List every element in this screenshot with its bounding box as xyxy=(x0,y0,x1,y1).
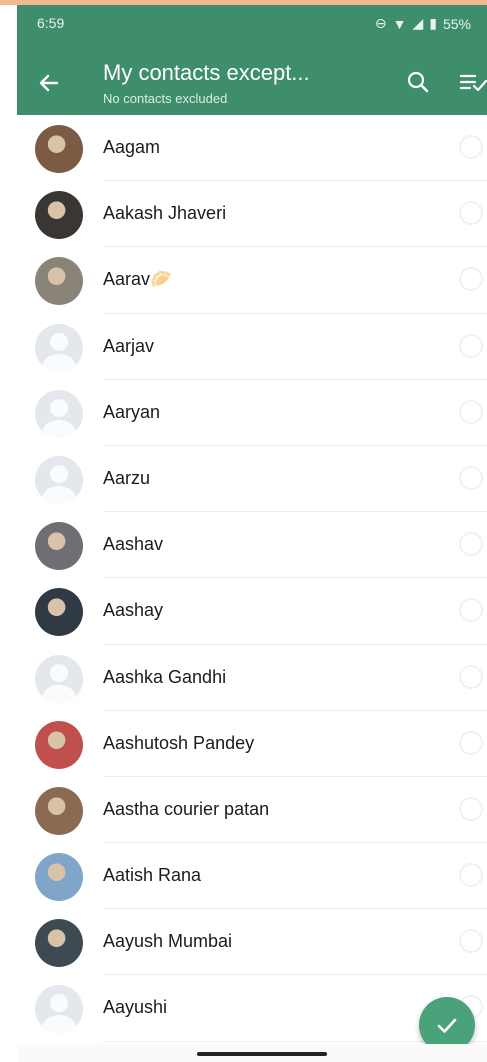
contact-row[interactable]: Aashutosh Pandey xyxy=(17,711,487,777)
select-checkbox[interactable] xyxy=(459,465,483,490)
app-bar: 6:59 ⊖ ▼ ◢ ▮ 55% My contacts except... N… xyxy=(17,5,487,115)
contact-name: Aashutosh Pandey xyxy=(103,732,255,753)
avatar xyxy=(35,588,83,637)
contact-row[interactable]: Aatish Rana xyxy=(17,843,487,910)
search-icon[interactable] xyxy=(405,69,431,95)
select-checkbox[interactable] xyxy=(459,135,483,159)
avatar xyxy=(35,720,83,769)
contact-name: Aakash Jhaveri xyxy=(103,203,227,224)
contact-name: Aarzu xyxy=(103,467,151,488)
contact-row[interactable]: Aagam xyxy=(17,115,487,182)
arrow-left-icon[interactable] xyxy=(35,69,63,97)
page-subtitle: No contacts excluded xyxy=(103,91,228,106)
select-checkbox[interactable] xyxy=(459,399,483,424)
avatar xyxy=(35,191,83,240)
contact-row[interactable]: Aashav xyxy=(17,512,487,579)
contact-name: Aarav🥟 xyxy=(103,269,173,290)
contact-name: Aastha courier patan xyxy=(103,798,270,819)
select-checkbox[interactable] xyxy=(459,532,483,557)
default-avatar-icon xyxy=(35,985,83,1034)
contact-name: Aashka Gandhi xyxy=(103,666,227,687)
select-checkbox[interactable] xyxy=(459,664,483,689)
battery-percent: 55% xyxy=(442,15,471,32)
status-bar: 6:59 ⊖ ▼ ◢ ▮ 55% xyxy=(17,5,487,39)
avatar xyxy=(35,786,83,835)
contact-row[interactable]: Aarav🥟 xyxy=(17,247,487,314)
select-checkbox[interactable] xyxy=(459,201,483,226)
default-avatar-icon xyxy=(35,455,83,504)
avatar xyxy=(35,522,83,571)
contact-row[interactable]: Aarjav xyxy=(17,314,487,380)
checkmark-icon xyxy=(437,1018,457,1033)
status-icons: ⊖ ▼ ◢ ▮ 55% xyxy=(375,15,471,32)
contact-name: Aayush Mumbai xyxy=(103,931,233,952)
battery-icon: ▮ xyxy=(429,15,437,31)
home-indicator[interactable] xyxy=(197,1052,327,1056)
contact-row[interactable]: Aakash Jhaveri xyxy=(17,181,487,248)
contact-row[interactable]: Aashay xyxy=(17,578,487,645)
contact-row[interactable]: Aashka Gandhi xyxy=(17,645,487,711)
select-checkbox[interactable] xyxy=(459,929,483,954)
page-title: My contacts except... xyxy=(103,60,310,85)
contact-row[interactable]: Aayush Mumbai xyxy=(17,909,487,976)
contact-name: Aatish Rana xyxy=(103,865,202,886)
wifi-icon: ▼ xyxy=(392,15,407,32)
select-checkbox[interactable] xyxy=(459,598,483,623)
select-checkbox[interactable] xyxy=(459,730,483,755)
default-avatar-icon xyxy=(35,389,83,438)
contact-row[interactable]: Aayushi xyxy=(17,975,487,1042)
avatar xyxy=(35,919,83,968)
contact-row[interactable]: Aarzu xyxy=(17,446,487,513)
select-checkbox[interactable] xyxy=(459,863,483,888)
contact-name: Aashav xyxy=(103,534,164,555)
default-avatar-icon xyxy=(35,323,83,372)
select-all-icon[interactable] xyxy=(459,69,487,95)
avatar xyxy=(35,853,83,902)
phone-screen: 6:59 ⊖ ▼ ◢ ▮ 55% My contacts except... N… xyxy=(17,5,487,1062)
avatar xyxy=(35,257,83,306)
contact-row[interactable]: Aastha courier patan xyxy=(17,777,487,844)
select-checkbox[interactable] xyxy=(459,333,483,358)
contact-name: Aashay xyxy=(103,600,164,621)
contact-name: Aayushi xyxy=(103,997,168,1018)
status-time: 6:59 xyxy=(37,15,65,31)
default-avatar-icon xyxy=(35,654,83,703)
select-checkbox[interactable] xyxy=(459,796,483,821)
select-checkbox[interactable] xyxy=(459,267,483,292)
contact-name: Aagam xyxy=(103,137,161,157)
avatar xyxy=(35,125,83,173)
nav-bar xyxy=(17,1044,487,1062)
contact-row[interactable]: Aaryan xyxy=(17,380,487,446)
dnd-icon: ⊖ xyxy=(374,15,387,31)
signal-icon: ◢ xyxy=(412,15,424,31)
contact-list: Aagam Aakash Jhaveri Aarav🥟 Aarjav Aaryan Aar… xyxy=(17,115,487,1042)
contact-name: Aarjav xyxy=(103,335,155,356)
contact-name: Aaryan xyxy=(103,401,161,422)
